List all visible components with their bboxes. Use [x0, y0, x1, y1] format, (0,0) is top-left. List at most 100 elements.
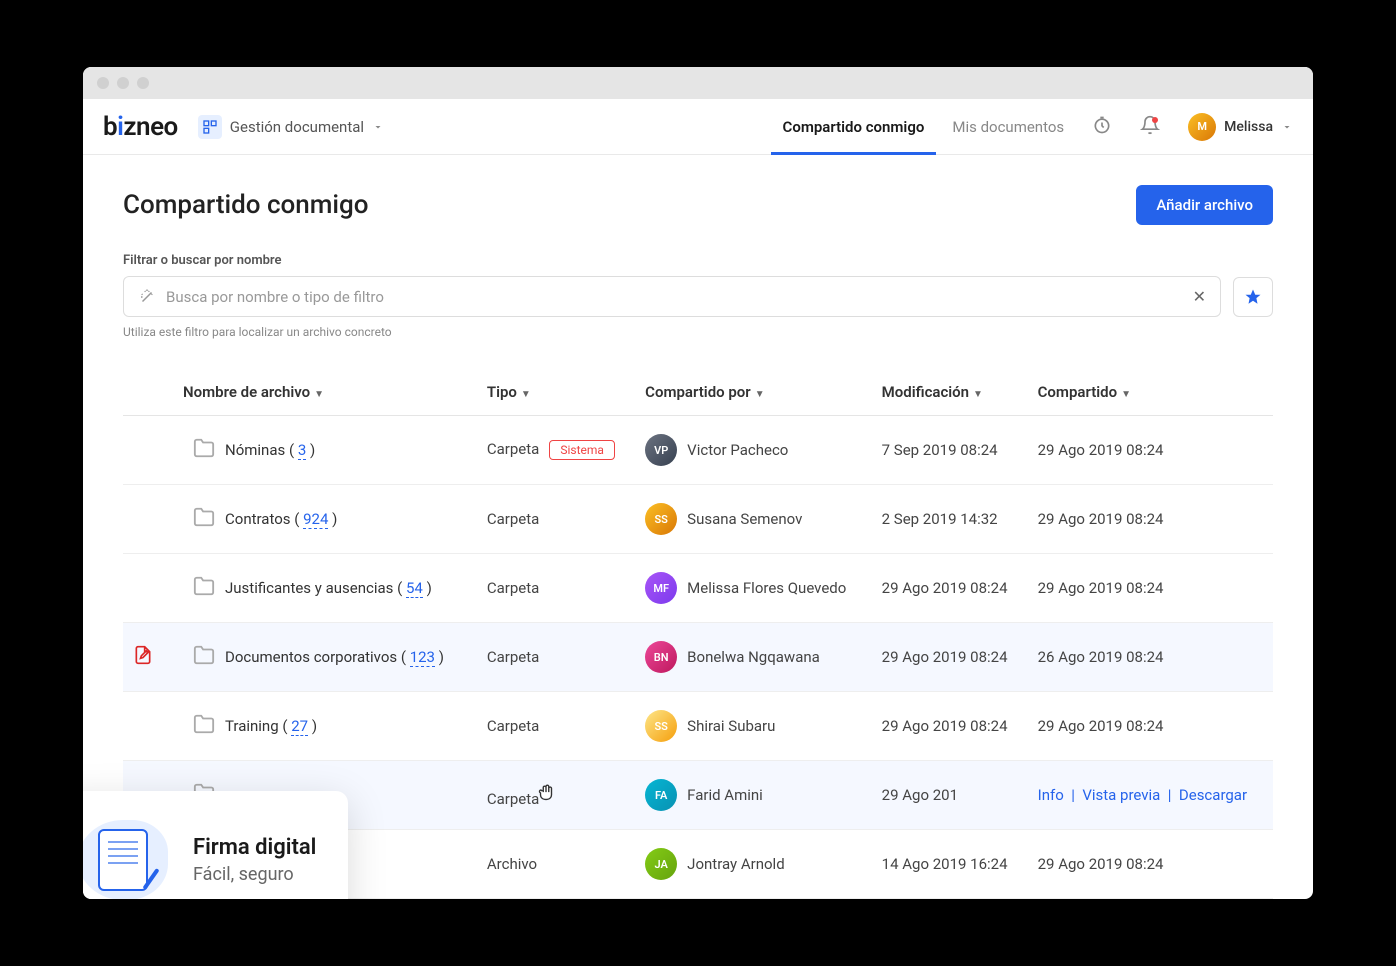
- file-count[interactable]: 27: [291, 717, 308, 736]
- table-row[interactable]: Justificantes y ausencias ( 54 ) Carpeta M…: [123, 554, 1273, 623]
- window-titlebar: [83, 67, 1313, 99]
- file-count[interactable]: 54: [406, 579, 423, 598]
- app-window: bizneo Gestión documental Compartido con…: [83, 67, 1313, 899]
- table-row[interactable]: Documentos corporativos ( 123 ) Carpeta BN…: [123, 623, 1273, 692]
- search-input[interactable]: [166, 288, 1183, 306]
- col-name[interactable]: Nombre de archivo▼: [123, 369, 477, 416]
- modified-date: 29 Ago 2019 08:24: [882, 648, 1008, 666]
- row-actions: Info | Vista previa | Descargar: [1038, 786, 1247, 804]
- shared-date: 29 Ago 2019 08:24: [1038, 579, 1164, 597]
- col-shared[interactable]: Compartido▼: [1028, 369, 1273, 416]
- modified-date: 29 Ago 2019 08:24: [882, 717, 1008, 735]
- avatar: SS: [645, 503, 677, 535]
- card-title: Firma digital: [193, 835, 316, 860]
- table-row[interactable]: Training ( 27 ) Carpeta SS Shirai Subaru 29 …: [123, 692, 1273, 761]
- add-file-button[interactable]: Añadir archivo: [1136, 185, 1273, 225]
- shared-by-name: Susana Semenov: [687, 510, 802, 528]
- file-type: Carpeta: [487, 440, 539, 458]
- card-subtitle: Fácil, seguro: [193, 864, 316, 885]
- file-name: Contratos ( 924 ): [225, 510, 337, 528]
- file-type: Carpeta: [487, 510, 539, 528]
- file-count[interactable]: 3: [298, 441, 306, 460]
- shared-by-name: Jontray Arnold: [687, 855, 785, 873]
- shared-date: 29 Ago 2019 08:24: [1038, 717, 1164, 735]
- avatar: JA: [645, 848, 677, 880]
- folder-icon: [193, 644, 215, 666]
- modified-date: 14 Ago 2019 16:24: [882, 855, 1008, 873]
- user-menu[interactable]: M Melissa: [1188, 113, 1293, 141]
- shared-date: 29 Ago 2019 08:24: [1038, 510, 1164, 528]
- chevron-down-icon: [372, 121, 384, 133]
- signature-illustration: [83, 815, 173, 899]
- shared-by-name: Shirai Subaru: [687, 717, 775, 735]
- col-type[interactable]: Tipo▼: [477, 369, 635, 416]
- modified-date: 29 Ago 2019 08:24: [882, 579, 1008, 597]
- avatar: BN: [645, 641, 677, 673]
- clock-icon[interactable]: [1092, 115, 1112, 139]
- magic-wand-icon: [138, 288, 156, 306]
- search-label: Filtrar o buscar por nombre: [123, 253, 1273, 268]
- tab-my-documents[interactable]: Mis documentos: [952, 100, 1064, 154]
- file-type: Archivo: [487, 855, 537, 873]
- shared-by-name: Farid Amini: [687, 786, 763, 804]
- avatar: FA: [645, 779, 677, 811]
- logo: bizneo: [103, 112, 178, 142]
- shared-by-name: Melissa Flores Quevedo: [687, 579, 846, 597]
- avatar: VP: [645, 434, 677, 466]
- tab-shared[interactable]: Compartido conmigo: [783, 100, 925, 154]
- modified-date: 2 Sep 2019 14:32: [882, 510, 998, 528]
- chevron-down-icon: [1281, 121, 1293, 133]
- table-row[interactable]: Nóminas ( 3 ) Carpeta Sistema VP Victor Pach…: [123, 416, 1273, 485]
- shared-date: 26 Ago 2019 08:24: [1038, 648, 1164, 666]
- col-shared-by[interactable]: Compartido por▼: [635, 369, 871, 416]
- table-row[interactable]: Contratos ( 924 ) Carpeta SS Susana Semenov…: [123, 485, 1273, 554]
- file-count[interactable]: 123: [410, 648, 435, 667]
- avatar: SS: [645, 710, 677, 742]
- preview-link[interactable]: Vista previa: [1082, 786, 1160, 804]
- star-icon: [1244, 288, 1262, 306]
- shared-by-name: Victor Pacheco: [687, 441, 788, 459]
- window-max-dot[interactable]: [137, 77, 149, 89]
- file-name: Nóminas ( 3 ): [225, 441, 315, 459]
- page-title: Compartido conmigo: [123, 190, 369, 220]
- avatar: MF: [645, 572, 677, 604]
- window-close-dot[interactable]: [97, 77, 109, 89]
- user-name: Melissa: [1224, 119, 1273, 135]
- bell-icon[interactable]: [1140, 115, 1160, 139]
- search-hint: Utiliza este filtro para localizar un ar…: [123, 325, 1273, 339]
- folder-icon: [193, 506, 215, 528]
- file-type: Carpeta: [487, 790, 539, 808]
- folder-icon: [193, 575, 215, 597]
- folder-icon: [193, 713, 215, 735]
- user-avatar: M: [1188, 113, 1216, 141]
- modified-date: 29 Ago 201: [882, 786, 958, 804]
- col-modified[interactable]: Modificación▼: [872, 369, 1028, 416]
- file-type: Carpeta: [487, 717, 539, 735]
- file-count[interactable]: 924: [303, 510, 328, 529]
- module-selector[interactable]: Gestión documental: [198, 115, 384, 139]
- sistema-tag: Sistema: [549, 440, 615, 460]
- notification-dot: [1152, 117, 1158, 123]
- file-type: Carpeta: [487, 579, 539, 597]
- modified-date: 7 Sep 2019 08:24: [882, 441, 998, 459]
- info-link[interactable]: Info: [1038, 786, 1064, 804]
- clear-search-icon[interactable]: ✕: [1193, 287, 1206, 306]
- top-nav: bizneo Gestión documental Compartido con…: [83, 99, 1313, 155]
- search-box: ✕: [123, 276, 1221, 317]
- digital-signature-card: Firma digital Fácil, seguro: [83, 791, 348, 899]
- file-name: Documentos corporativos ( 123 ): [225, 648, 444, 666]
- window-min-dot[interactable]: [117, 77, 129, 89]
- shared-by-name: Bonelwa Ngqawana: [687, 648, 820, 666]
- download-link[interactable]: Descargar: [1179, 786, 1247, 804]
- shared-date: 29 Ago 2019 08:24: [1038, 441, 1164, 459]
- cursor-hand-icon: [535, 782, 557, 804]
- file-name: Training ( 27 ): [225, 717, 317, 735]
- file-type: Carpeta: [487, 648, 539, 666]
- file-name: Justificantes y ausencias ( 54 ): [225, 579, 432, 597]
- shared-date: 29 Ago 2019 08:24: [1038, 855, 1164, 873]
- module-icon: [198, 115, 222, 139]
- edit-icon: [133, 645, 153, 665]
- favorites-button[interactable]: [1233, 277, 1273, 317]
- folder-icon: [193, 437, 215, 459]
- module-label: Gestión documental: [230, 118, 364, 136]
